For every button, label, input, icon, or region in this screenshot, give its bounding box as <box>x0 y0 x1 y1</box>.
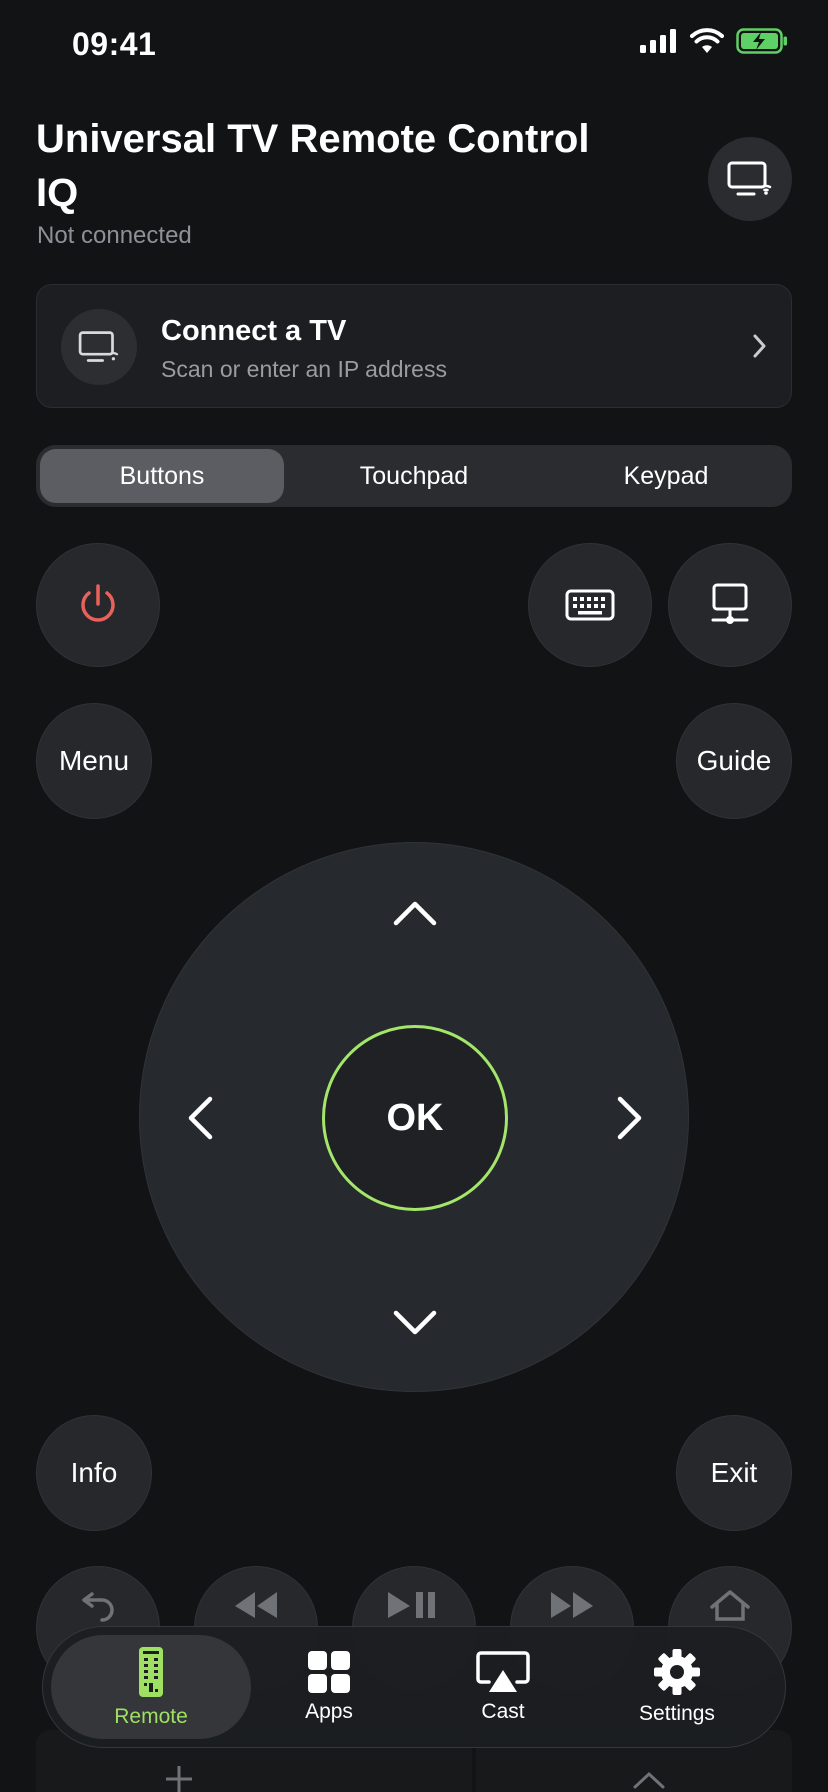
tab-cast[interactable]: Cast <box>403 1635 603 1739</box>
status-icons <box>640 28 788 54</box>
dpad-right-button[interactable] <box>590 1068 670 1168</box>
guide-button[interactable]: Guide <box>676 703 792 819</box>
cast-icon <box>476 1651 530 1692</box>
tab-cast-label: Cast <box>481 1700 525 1723</box>
tv-wifi-icon <box>727 161 772 196</box>
connection-status: Not connected <box>37 222 192 249</box>
dpad-down-button[interactable] <box>365 1283 465 1363</box>
apps-icon <box>308 1651 350 1693</box>
info-button[interactable]: Info <box>36 1415 152 1531</box>
power-button[interactable] <box>36 543 160 667</box>
tab-settings[interactable]: Settings <box>577 1635 777 1739</box>
dpad-left-button[interactable] <box>160 1068 240 1168</box>
input-source-button[interactable] <box>668 543 792 667</box>
connect-card-subtitle: Scan or enter an IP address <box>161 356 447 382</box>
plus-icon[interactable] <box>164 1764 194 1792</box>
tab-buttons[interactable]: Buttons <box>40 449 284 503</box>
bottom-tab-bar: Remote Apps Cast Settings <box>42 1626 786 1748</box>
tab-apps[interactable]: Apps <box>229 1635 429 1739</box>
ok-button[interactable]: OK <box>322 1025 508 1211</box>
tab-touchpad[interactable]: Touchpad <box>292 449 536 503</box>
keyboard-icon <box>565 589 615 621</box>
directional-pad: OK <box>139 842 689 1392</box>
play-pause-icon <box>388 1592 435 1618</box>
chevron-right-icon <box>617 1096 642 1140</box>
keyboard-button[interactable] <box>528 543 652 667</box>
signal-icon <box>640 29 676 53</box>
tab-apps-label: Apps <box>305 1700 353 1723</box>
tab-remote[interactable]: Remote <box>51 1635 251 1739</box>
wifi-icon <box>690 28 724 53</box>
gear-icon <box>654 1649 700 1695</box>
chevron-up-icon <box>393 901 437 926</box>
tab-settings-label: Settings <box>639 1702 715 1725</box>
tv-wifi-icon <box>78 331 119 362</box>
back-icon <box>82 1592 114 1622</box>
input-source-icon <box>711 583 749 624</box>
status-time: 09:41 <box>72 26 157 62</box>
mode-segmented-control: Buttons Touchpad Keypad <box>36 445 792 507</box>
tv-connection-button[interactable] <box>708 137 792 221</box>
tv-icon-badge <box>61 309 137 385</box>
home-icon <box>710 1590 750 1621</box>
tab-remote-label: Remote <box>114 1705 188 1728</box>
page-title: Universal TV Remote Control IQ <box>36 117 590 215</box>
connect-card-title: Connect a TV <box>161 315 347 347</box>
chevron-right-icon <box>753 334 766 358</box>
menu-button[interactable]: Menu <box>36 703 152 819</box>
tab-keypad[interactable]: Keypad <box>544 449 788 503</box>
rewind-icon <box>235 1592 277 1618</box>
dpad-up-button[interactable] <box>365 873 465 953</box>
fast-forward-icon <box>551 1592 593 1618</box>
remote-icon <box>139 1647 163 1697</box>
connect-tv-card[interactable]: Connect a TV Scan or enter an IP address <box>36 284 792 408</box>
battery-icon <box>736 28 787 54</box>
chevron-up-icon[interactable] <box>632 1770 666 1790</box>
chevron-down-icon <box>393 1310 437 1335</box>
exit-button[interactable]: Exit <box>676 1415 792 1531</box>
chevron-left-icon <box>188 1096 213 1140</box>
power-icon <box>81 584 115 622</box>
